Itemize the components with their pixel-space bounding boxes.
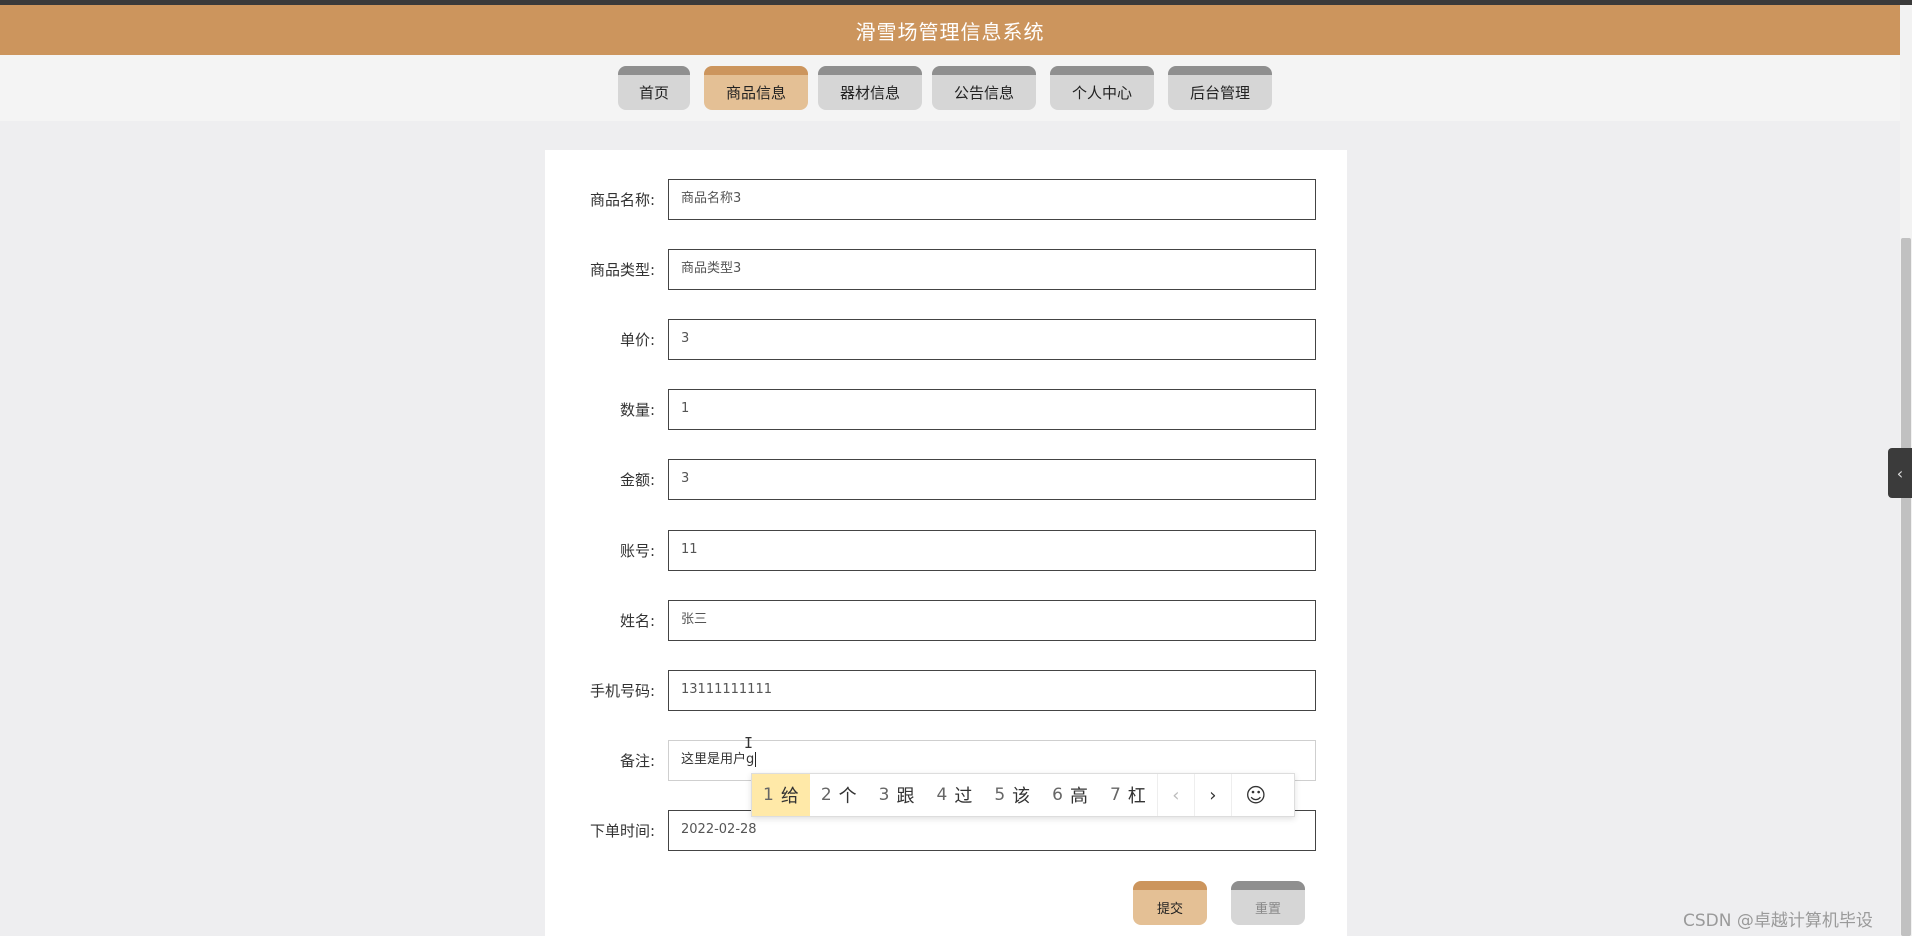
scrollbar-thumb[interactable] <box>1901 238 1911 936</box>
ime-candidate[interactable]: 3跟 <box>868 774 926 816</box>
form-row-phone: 手机号码: 13111111111 <box>545 670 1347 712</box>
ime-candidate-bar: 1给 2个 3跟 4过 5该 6高 7杠 ‹ › ☺ <box>751 773 1295 817</box>
nav-bar: 首页 商品信息 器材信息 公告信息 个人中心 后台管理 <box>0 55 1900 121</box>
ime-candidate[interactable]: 2个 <box>810 774 868 816</box>
form-row-name: 姓名: 张三 <box>545 600 1347 642</box>
remark-text: 这里是用户g <box>681 752 755 767</box>
account-label: 账号: <box>619 542 655 560</box>
ime-candidate[interactable]: 1给 <box>752 774 810 816</box>
name-label: 姓名: <box>619 612 655 630</box>
product-name-label: 商品名称: <box>589 191 655 209</box>
side-panel-toggle[interactable]: ‹ <box>1888 448 1912 498</box>
phone-input[interactable]: 13111111111 <box>668 670 1316 711</box>
nav-tab-equipment[interactable]: 器材信息 <box>818 66 922 110</box>
amount-label: 金额: <box>619 471 655 489</box>
form-row-account: 账号: 11 <box>545 530 1347 572</box>
nav-tab-home[interactable]: 首页 <box>618 66 690 110</box>
nav-tab-admin[interactable]: 后台管理 <box>1168 66 1272 110</box>
reset-button[interactable]: 重置 <box>1231 881 1305 925</box>
emoji-icon[interactable]: ☺ <box>1230 774 1280 816</box>
nav-tab-announcements[interactable]: 公告信息 <box>932 66 1036 110</box>
nav-tab-profile[interactable]: 个人中心 <box>1050 66 1154 110</box>
ime-candidate[interactable]: 6高 <box>1041 774 1099 816</box>
order-time-label: 下单时间: <box>589 822 655 840</box>
quantity-label: 数量: <box>619 401 655 419</box>
product-type-label: 商品类型: <box>589 261 655 279</box>
nav-tab-products[interactable]: 商品信息 <box>704 66 808 110</box>
form-row-amount: 金额: 3 <box>545 459 1347 501</box>
form-row-unit-price: 单价: 3 <box>545 319 1347 361</box>
name-input[interactable]: 张三 <box>668 600 1316 641</box>
app-header: 滑雪场管理信息系统 <box>0 5 1900 55</box>
amount-input[interactable]: 3 <box>668 459 1316 500</box>
form-row-product-name: 商品名称: 商品名称3 <box>545 179 1347 221</box>
product-name-input[interactable]: 商品名称3 <box>668 179 1316 220</box>
form-row-product-type: 商品类型: 商品类型3 <box>545 249 1347 291</box>
order-form: 商品名称: 商品名称3 商品类型: 商品类型3 单价: 3 数量: 1 金额: … <box>545 150 1347 936</box>
quantity-input[interactable]: 1 <box>668 389 1316 430</box>
ime-candidate[interactable]: 5该 <box>983 774 1041 816</box>
ibeam-cursor-icon: I <box>744 734 754 752</box>
form-row-quantity: 数量: 1 <box>545 389 1347 431</box>
watermark: CSDN @卓越计算机毕设 <box>1683 911 1873 931</box>
text-caret <box>755 752 757 767</box>
submit-button[interactable]: 提交 <box>1133 881 1207 925</box>
product-type-input[interactable]: 商品类型3 <box>668 249 1316 290</box>
account-input[interactable]: 11 <box>668 530 1316 571</box>
ime-next-page-icon[interactable]: › <box>1193 774 1231 816</box>
app-title: 滑雪场管理信息系统 <box>855 19 1045 44</box>
ime-candidate[interactable]: 7杠 <box>1099 774 1157 816</box>
unit-price-input[interactable]: 3 <box>668 319 1316 360</box>
phone-label: 手机号码: <box>589 682 655 700</box>
ime-candidate[interactable]: 4过 <box>925 774 983 816</box>
ime-prev-page-icon[interactable]: ‹ <box>1156 774 1194 816</box>
unit-price-label: 单价: <box>619 331 655 349</box>
remark-label: 备注: <box>619 752 655 770</box>
chevron-left-icon: ‹ <box>1896 463 1904 483</box>
